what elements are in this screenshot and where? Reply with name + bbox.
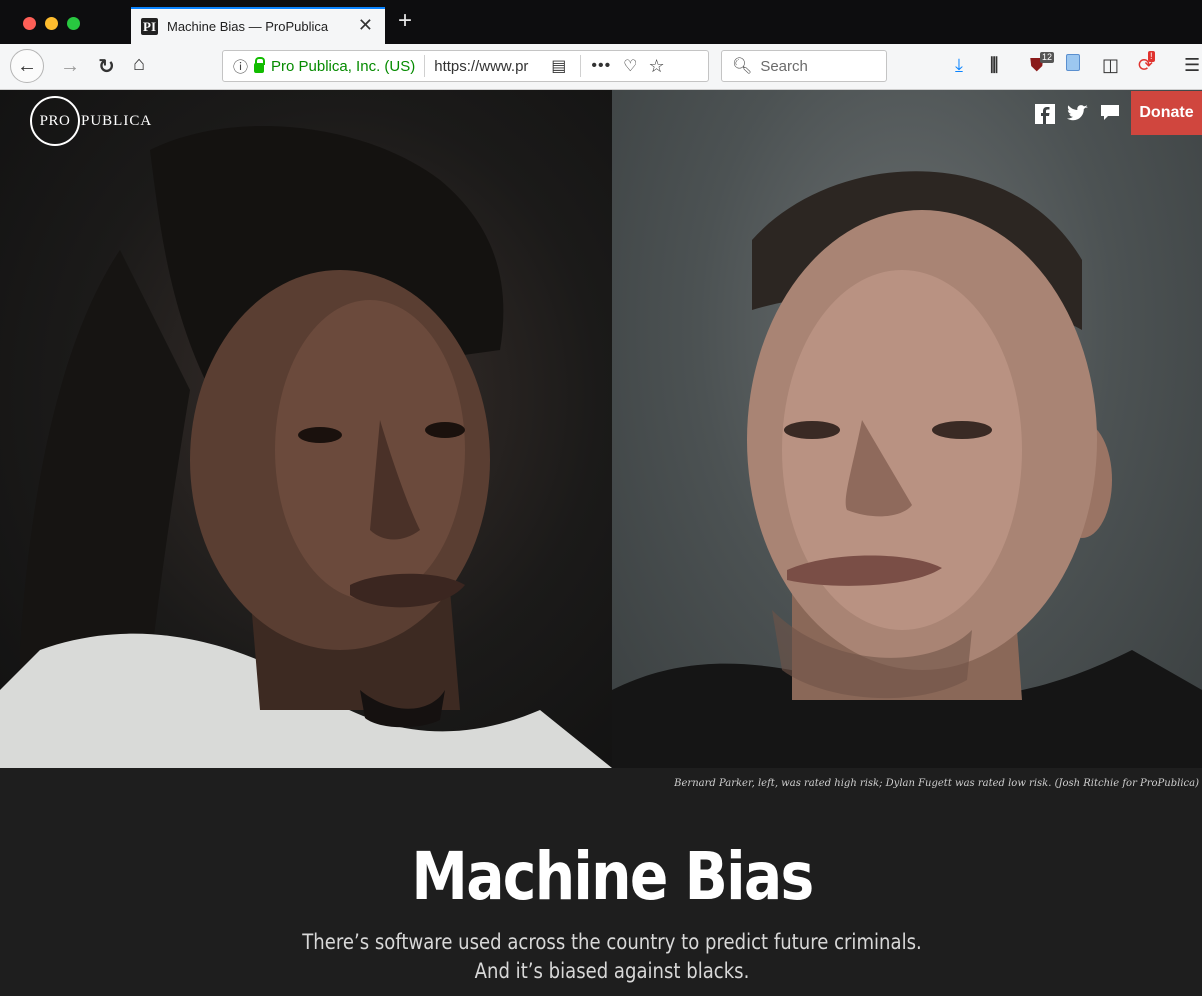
comment-icon[interactable] xyxy=(1100,104,1120,127)
deck-line-2: And it’s biased against blacks. xyxy=(474,959,750,983)
portrait-bernard-parker xyxy=(0,90,612,768)
article-deck: There’s software used across the country… xyxy=(86,928,1139,986)
logo-circle: PRO xyxy=(30,96,80,146)
document-icon[interactable] xyxy=(1066,54,1080,71)
sidebar-icon[interactable]: ◫ xyxy=(1102,55,1119,76)
active-tab[interactable]: PI Machine Bias — ProPublica ✕ xyxy=(131,7,385,44)
tab-title: Machine Bias — ProPublica xyxy=(167,19,329,34)
search-placeholder: Search xyxy=(760,57,808,75)
tab-strip: PI Machine Bias — ProPublica ✕ + xyxy=(0,0,1202,44)
propublica-logo[interactable]: PRO PUBLICA xyxy=(30,96,152,146)
pocket-icon[interactable]: ♡ xyxy=(623,56,637,76)
divider xyxy=(580,55,582,77)
download-icon[interactable]: ⤓ xyxy=(955,55,963,76)
maximize-window-button[interactable] xyxy=(67,17,80,30)
library-icon[interactable]: ⫼ xyxy=(990,55,998,76)
facebook-icon[interactable] xyxy=(1035,104,1055,124)
close-tab-icon[interactable]: ✕ xyxy=(358,15,373,36)
reload-button[interactable]: ↻ xyxy=(98,54,115,79)
new-tab-button[interactable]: + xyxy=(398,7,412,35)
deck-line-1: There’s software used across the country… xyxy=(302,930,922,954)
url-bar[interactable]: ⓘ Pro Publica, Inc. (US) https://www.pro… xyxy=(222,50,709,82)
page-actions-icon[interactable]: ••• xyxy=(591,57,611,75)
arrow-left-icon: ← xyxy=(17,54,37,77)
logo-wordmark: PUBLICA xyxy=(81,112,153,129)
portrait-left-shapes xyxy=(0,126,612,768)
minimize-window-button[interactable] xyxy=(45,17,58,30)
hero-image: PRO PUBLICA Donate xyxy=(0,90,1202,768)
close-window-button[interactable] xyxy=(23,17,36,30)
donate-button[interactable]: Donate xyxy=(1131,91,1202,135)
divider xyxy=(424,55,426,77)
lock-icon xyxy=(254,57,266,73)
twitter-icon[interactable] xyxy=(1067,103,1089,128)
search-input[interactable]: 🔍︎ Search xyxy=(721,50,887,82)
search-icon: 🔍︎ xyxy=(732,58,753,75)
reader-view-icon[interactable]: ▤ xyxy=(551,56,566,76)
propublica-favicon-icon: PI xyxy=(141,18,158,35)
certificate-org[interactable]: Pro Publica, Inc. (US) xyxy=(271,58,415,75)
menu-icon[interactable]: ☰ xyxy=(1184,55,1200,76)
bookmark-star-icon[interactable]: ☆ xyxy=(649,56,665,77)
portrait-right-shapes xyxy=(612,171,1202,768)
home-button[interactable]: ⌂ xyxy=(133,53,145,76)
ublock-count-badge: 12 xyxy=(1040,52,1055,63)
back-button[interactable]: ← xyxy=(10,49,44,83)
notification-badge: ! xyxy=(1148,51,1155,62)
url-text[interactable]: https://www.propublica.org/article/machi… xyxy=(434,58,529,75)
photo-caption: Bernard Parker, left, was rated high ris… xyxy=(674,778,1199,789)
portrait-dylan-fugett xyxy=(612,90,1202,768)
forward-button[interactable]: → xyxy=(60,55,80,78)
info-icon[interactable]: ⓘ xyxy=(233,56,248,77)
navigation-toolbar: ← → ↻ ⌂ ⓘ Pro Publica, Inc. (US) https:/… xyxy=(0,44,1202,90)
article-headline: Machine Bias xyxy=(411,838,814,915)
